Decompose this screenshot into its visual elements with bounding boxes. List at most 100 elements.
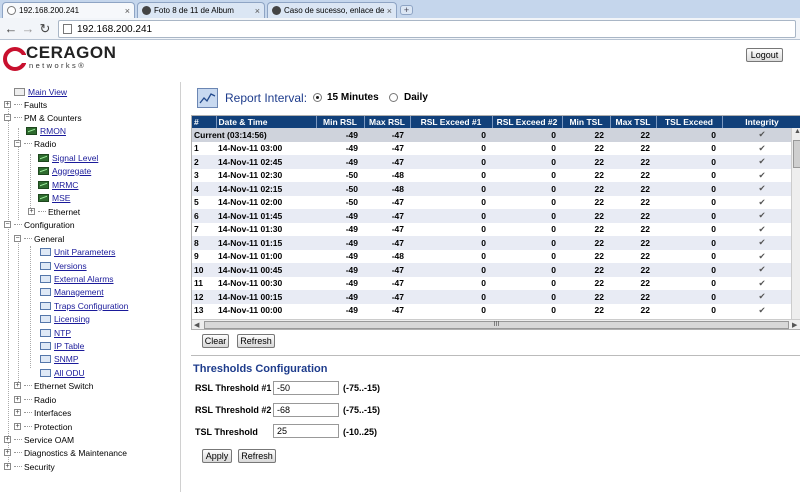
tree-item-unit-parameters[interactable]: Unit Parameters: [40, 245, 115, 258]
tree-label[interactable]: Ethernet Switch: [34, 381, 94, 391]
tree-label[interactable]: General: [34, 234, 64, 244]
scroll-thumb[interactable]: [793, 140, 800, 168]
tree-label[interactable]: Radio: [34, 395, 56, 405]
tree-item-ethernet[interactable]: + Ethernet: [28, 205, 80, 218]
col-header-max-rsl[interactable]: Max RSL: [364, 116, 411, 128]
table-row[interactable]: 11 14-Nov-11 00:30 -49 -47 0 0 22 22 0 ✔: [192, 277, 800, 291]
scroll-thumb[interactable]: III: [204, 321, 789, 329]
tree-label[interactable]: Traps Configuration: [54, 301, 128, 311]
table-row[interactable]: 9 14-Nov-11 01:00 -49 -48 0 0 22 22 0 ✔: [192, 250, 800, 264]
browser-tab-3[interactable]: Caso de sucesso, enlace de ×: [267, 2, 397, 18]
tree-label[interactable]: Protection: [34, 422, 72, 432]
table-row[interactable]: 3 14-Nov-11 02:30 -50 -48 0 0 22 22 0 ✔: [192, 169, 800, 183]
tree-item-all-odu[interactable]: All ODU: [40, 366, 85, 379]
expand-icon[interactable]: +: [14, 382, 21, 389]
table-row[interactable]: 6 14-Nov-11 01:45 -49 -47 0 0 22 22 0 ✔: [192, 209, 800, 223]
reload-button[interactable]: ↻: [38, 21, 52, 37]
tree-label[interactable]: Versions: [54, 261, 87, 271]
table-row[interactable]: 12 14-Nov-11 00:15 -49 -47 0 0 22 22 0 ✔: [192, 290, 800, 304]
vertical-scrollbar[interactable]: ▲: [791, 128, 800, 319]
table-row-current[interactable]: Current (03:14:56) -49 -47 0 0 22 22 0 ✔: [192, 128, 800, 142]
rsl-threshold-2-input[interactable]: -68: [273, 403, 339, 417]
tree-item-diagnostics[interactable]: + Diagnostics & Maintenance: [4, 446, 127, 459]
close-icon[interactable]: ×: [255, 6, 260, 16]
scroll-right-icon[interactable]: ▶: [792, 321, 797, 329]
forward-button[interactable]: →: [21, 21, 35, 37]
tree-label[interactable]: IP Table: [54, 341, 84, 351]
refresh-button[interactable]: Refresh: [237, 334, 275, 348]
col-header-rsl-exceed-1[interactable]: RSL Exceed #1: [410, 116, 493, 128]
thresholds-refresh-button[interactable]: Refresh: [238, 449, 276, 463]
expand-icon[interactable]: +: [4, 436, 11, 443]
tree-label[interactable]: Aggregate: [52, 166, 91, 176]
tree-label[interactable]: Unit Parameters: [54, 247, 115, 257]
tree-item-mrmc[interactable]: MRMC: [38, 178, 78, 191]
tree-item-ip-table[interactable]: IP Table: [40, 339, 84, 352]
tree-item-external-alarms[interactable]: External Alarms: [40, 272, 114, 285]
tree-label[interactable]: Signal Level: [52, 153, 98, 163]
clear-button[interactable]: Clear: [202, 334, 229, 348]
tree-item-pm-counters[interactable]: − PM & Counters: [4, 111, 82, 124]
col-header-tsl-exceed[interactable]: TSL Exceed: [656, 116, 723, 128]
horizontal-scrollbar[interactable]: ◀ III ▶: [192, 319, 800, 329]
browser-tab-2[interactable]: Foto 8 de 11 de Album ×: [137, 2, 265, 18]
expand-icon[interactable]: +: [4, 449, 11, 456]
expand-icon[interactable]: +: [4, 463, 11, 470]
expand-icon[interactable]: +: [28, 208, 35, 215]
col-header-min-rsl[interactable]: Min RSL: [316, 116, 365, 128]
table-row[interactable]: 13 14-Nov-11 00:00 -49 -47 0 0 22 22 0 ✔: [192, 304, 800, 318]
address-url[interactable]: 192.168.200.241: [77, 24, 152, 35]
expand-icon[interactable]: +: [14, 396, 21, 403]
browser-tab-1[interactable]: 192.168.200.241 ×: [2, 2, 135, 18]
tree-item-signal-level[interactable]: Signal Level: [38, 151, 98, 164]
tree-label[interactable]: RMON: [40, 126, 66, 136]
tree-label[interactable]: External Alarms: [54, 274, 114, 284]
scroll-up-icon[interactable]: ▲: [794, 128, 800, 135]
tree-label[interactable]: Main View: [28, 87, 67, 97]
address-bar[interactable]: 192.168.200.241: [58, 20, 796, 38]
tree-label[interactable]: Service OAM: [24, 435, 74, 445]
radio-label-daily[interactable]: Daily: [404, 92, 428, 103]
table-row[interactable]: 8 14-Nov-11 01:15 -49 -47 0 0 22 22 0 ✔: [192, 236, 800, 250]
table-row[interactable]: 2 14-Nov-11 02:45 -49 -47 0 0 22 22 0 ✔: [192, 155, 800, 169]
tree-label[interactable]: SNMP: [54, 354, 79, 364]
collapse-icon[interactable]: −: [4, 114, 11, 121]
tree-label[interactable]: Management: [54, 287, 104, 297]
tree-label[interactable]: MSE: [52, 193, 70, 203]
table-row[interactable]: 7 14-Nov-11 01:30 -49 -47 0 0 22 22 0 ✔: [192, 223, 800, 237]
col-header-integrity[interactable]: Integrity: [722, 116, 800, 128]
col-header-date-time[interactable]: Date & Time: [216, 116, 317, 128]
new-tab-button[interactable]: +: [400, 5, 413, 15]
tree-item-main-view[interactable]: Main View: [14, 85, 67, 98]
col-header-max-tsl[interactable]: Max TSL: [610, 116, 657, 128]
tree-label[interactable]: Faults: [24, 100, 47, 110]
tree-item-radio-config[interactable]: + Radio: [14, 393, 56, 406]
tree-item-rmon[interactable]: RMON: [26, 124, 66, 137]
table-row[interactable]: 5 14-Nov-11 02:00 -50 -47 0 0 22 22 0 ✔: [192, 196, 800, 210]
back-button[interactable]: ←: [4, 21, 18, 37]
radio-label-15-minutes[interactable]: 15 Minutes: [327, 92, 379, 103]
tree-item-ntp[interactable]: NTP: [40, 326, 71, 339]
col-header-min-tsl[interactable]: Min TSL: [562, 116, 611, 128]
tree-item-management[interactable]: Management: [40, 285, 104, 298]
tree-item-traps-configuration[interactable]: Traps Configuration: [40, 299, 128, 312]
tree-item-security[interactable]: + Security: [4, 460, 55, 473]
tree-label[interactable]: Diagnostics & Maintenance: [24, 448, 127, 458]
tree-item-mse[interactable]: MSE: [38, 191, 70, 204]
col-header-number[interactable]: #: [192, 116, 217, 128]
tree-item-licensing[interactable]: Licensing: [40, 312, 90, 325]
scroll-left-icon[interactable]: ◀: [194, 321, 199, 329]
expand-icon[interactable]: +: [14, 409, 21, 416]
tree-label[interactable]: MRMC: [52, 180, 78, 190]
tree-label[interactable]: Radio: [34, 139, 56, 149]
tree-item-ethernet-switch[interactable]: + Ethernet Switch: [14, 379, 94, 392]
tree-item-versions[interactable]: Versions: [40, 259, 87, 272]
table-row[interactable]: 1 14-Nov-11 03:00 -49 -47 0 0 22 22 0 ✔: [192, 142, 800, 156]
collapse-icon[interactable]: −: [14, 235, 21, 242]
collapse-icon[interactable]: −: [14, 140, 21, 147]
apply-button[interactable]: Apply: [202, 449, 232, 463]
col-header-rsl-exceed-2[interactable]: RSL Exceed #2: [492, 116, 563, 128]
tree-label[interactable]: Licensing: [54, 314, 90, 324]
tree-item-service-oam[interactable]: + Service OAM: [4, 433, 74, 446]
tree-item-protection[interactable]: + Protection: [14, 420, 72, 433]
